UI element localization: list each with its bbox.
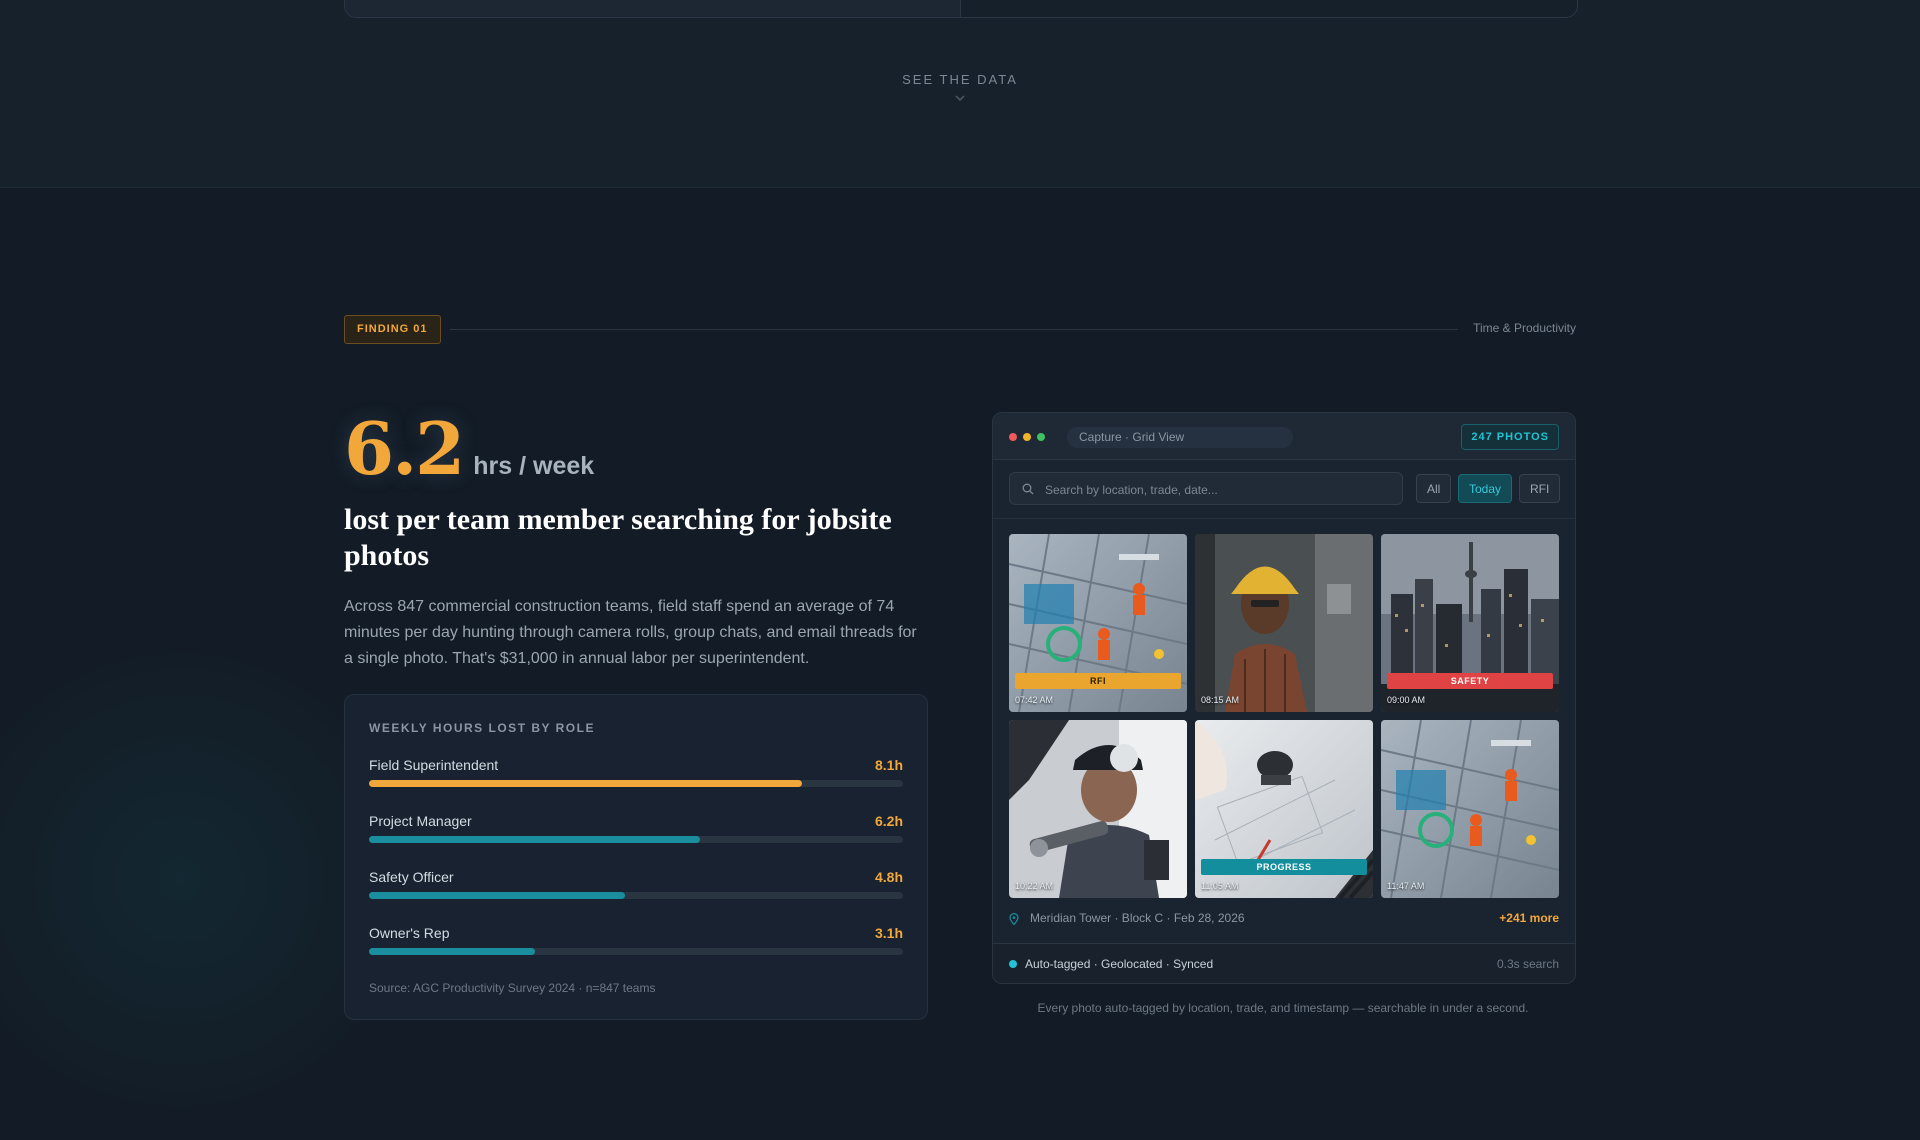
- close-dot-icon: [1009, 433, 1017, 441]
- headline-stat: 6.2 hrs / week: [344, 408, 928, 490]
- see-the-data-link[interactable]: SEE THE DATA: [0, 72, 1920, 105]
- search-icon: [1022, 483, 1034, 495]
- photo-tag: PROGRESS: [1201, 859, 1367, 875]
- app-status-bar: Auto-tagged · Geolocated · Synced 0.3s s…: [993, 943, 1575, 983]
- see-the-data-label: SEE THE DATA: [902, 72, 1018, 87]
- role-hours: 6.2h: [874, 813, 903, 829]
- finding-headline: lost per team member searching for jobsi…: [344, 503, 892, 572]
- finding-divider: [450, 329, 1458, 330]
- photo-timestamp: 11:05 AM: [1201, 881, 1239, 891]
- role-name: Owner's Rep: [369, 925, 450, 941]
- photo-search[interactable]: [1009, 472, 1403, 506]
- finding-badge: FINDING 01: [344, 315, 441, 344]
- finding-summary: 6.2 hrs / week lost per team member sear…: [344, 408, 928, 672]
- role-bar-track: [369, 780, 903, 787]
- finding-body: Across 847 commercial construction teams…: [344, 598, 917, 667]
- role-bar-fill: [369, 948, 535, 955]
- survey-source: Source: AGC Productivity Survey 2024 · n…: [369, 981, 656, 995]
- photo-timestamp: 09:00 AM: [1387, 695, 1426, 705]
- photo-thumbnail: [1381, 720, 1559, 898]
- previous-section-band: SEE THE DATA: [0, 0, 1920, 188]
- photo-tile[interactable]: 11:47 AM: [1381, 720, 1559, 898]
- photo-tile[interactable]: 08:15 AM: [1195, 534, 1373, 712]
- role-name: Field Superintendent: [369, 757, 499, 773]
- minimize-dot-icon: [1023, 433, 1031, 441]
- photo-tile[interactable]: RFI 07:42 AM: [1009, 534, 1187, 712]
- stat-value: 6.2: [344, 406, 465, 491]
- role-row: Safety Officer 4.8h: [369, 869, 903, 909]
- role-bar-fill: [369, 892, 626, 899]
- more-photos-link[interactable]: +241 more: [1499, 911, 1559, 925]
- photo-tile[interactable]: 10:22 AM: [1009, 720, 1187, 898]
- role-row: Field Superintendent 8.1h: [369, 757, 903, 797]
- search-input[interactable]: [1043, 473, 1387, 506]
- previous-section-card: [344, 0, 1578, 18]
- photo-timestamp: 08:15 AM: [1201, 695, 1240, 705]
- role-hours: 3.1h: [874, 925, 903, 941]
- photo-timestamp: 10:22 AM: [1015, 881, 1054, 891]
- previous-card-left-panel: [345, 0, 961, 17]
- role-name: Safety Officer: [369, 869, 454, 885]
- photo-thumbnail: [1009, 720, 1187, 898]
- role-hours: 4.8h: [874, 869, 903, 885]
- role-bar-fill: [369, 780, 802, 787]
- role-bar-track: [369, 948, 903, 955]
- window-title: Capture · Grid View: [1067, 427, 1293, 448]
- role-bar-track: [369, 892, 903, 899]
- photo-tile[interactable]: PROGRESS 11:05 AM: [1195, 720, 1373, 898]
- role-row: Project Manager 6.2h: [369, 813, 903, 853]
- weekly-hours-card: WEEKLY HOURS LOST BY ROLE Field Superint…: [344, 694, 928, 1020]
- grid-divider: [993, 518, 1575, 519]
- grid-meta-row: Meridian Tower · Block C · Feb 28, 2026 …: [1009, 910, 1559, 928]
- filter-rfi[interactable]: RFI: [1519, 474, 1561, 503]
- weekly-hours-title: WEEKLY HOURS LOST BY ROLE: [369, 721, 595, 735]
- role-bar-fill: [369, 836, 701, 843]
- search-speed: 0.3s search: [1496, 957, 1559, 971]
- chevron-down-icon: [955, 95, 965, 102]
- role-hours: 8.1h: [874, 757, 903, 773]
- role-bar-track: [369, 836, 903, 843]
- photo-count-badge: 247 PHOTOS: [1461, 424, 1559, 450]
- photo-timestamp: 11:47 AM: [1387, 881, 1425, 891]
- app-titlebar: Capture · Grid View 247 PHOTOS: [993, 413, 1575, 460]
- maximize-dot-icon: [1037, 433, 1045, 441]
- filter-all[interactable]: All: [1416, 474, 1452, 503]
- photo-tag: RFI: [1015, 673, 1181, 689]
- photo-tag: SAFETY: [1387, 673, 1553, 689]
- finding-header: FINDING 01 Time & Productivity: [344, 315, 1576, 344]
- preview-caption: Every photo auto-tagged by location, tra…: [1037, 1001, 1529, 1015]
- location-text: Meridian Tower · Block C · Feb 28, 2026: [1030, 911, 1245, 925]
- location-pin-icon: [1009, 913, 1019, 925]
- photo-timestamp: 07:42 AM: [1015, 695, 1054, 705]
- role-row: Owner's Rep 3.1h: [369, 925, 903, 965]
- filter-today[interactable]: Today: [1458, 474, 1513, 503]
- photo-tile[interactable]: SAFETY 09:00 AM: [1381, 534, 1559, 712]
- finding-category: Time & Productivity: [1473, 321, 1576, 335]
- sync-status: Auto-tagged · Geolocated · Synced: [1025, 957, 1214, 971]
- photo-thumbnail: [1195, 534, 1373, 712]
- stat-unit: hrs / week: [473, 452, 595, 480]
- app-preview-window: Capture · Grid View 247 PHOTOS All Today…: [992, 412, 1576, 984]
- role-name: Project Manager: [369, 813, 472, 829]
- sync-status-dot-icon: [1009, 960, 1017, 968]
